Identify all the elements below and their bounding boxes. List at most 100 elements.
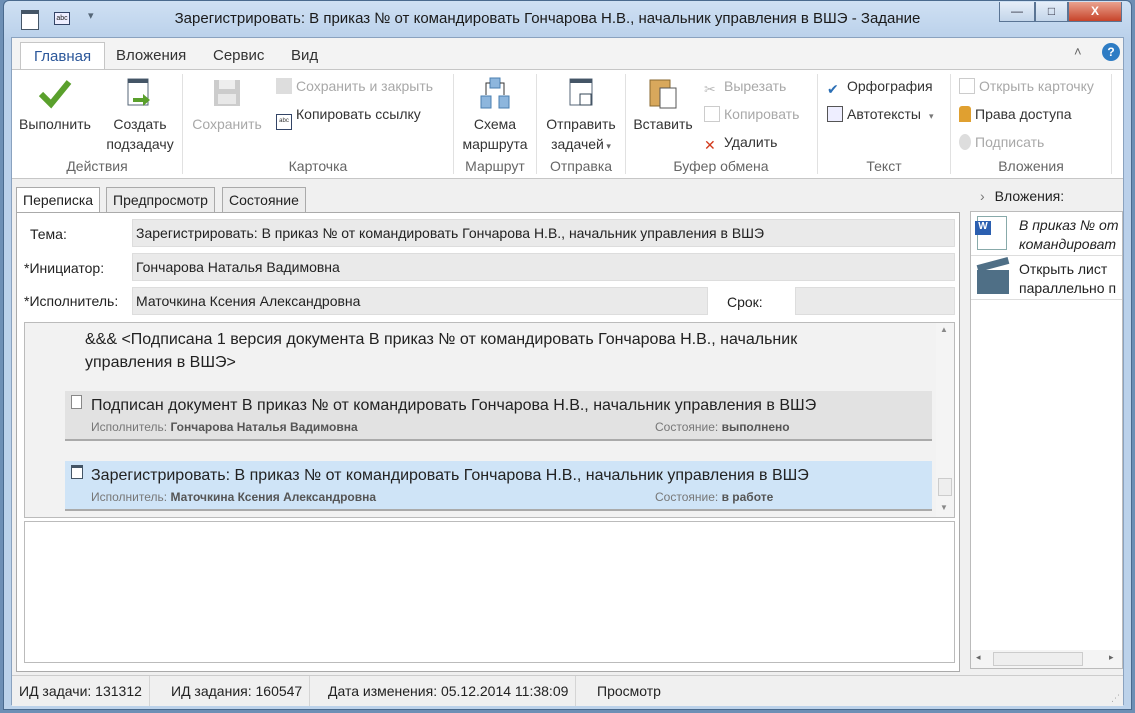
ribbon-tab-view[interactable]: Вид [278, 42, 331, 70]
paste-button[interactable]: Вставить [627, 76, 699, 134]
group-label-send: Отправка [549, 158, 613, 174]
send-label-1: Отправить [546, 116, 616, 132]
ribbon: Выполнить Создать подзадачу Действия Сохр… [12, 69, 1123, 179]
clipboard-paste-icon [649, 79, 677, 109]
copy-button[interactable]: Копировать [704, 103, 799, 125]
send-label-2: задачей [551, 136, 604, 152]
collapse-ribbon-icon[interactable]: ˄ [1074, 44, 1082, 59]
scroll-thumb[interactable] [938, 478, 952, 496]
autotexts-button[interactable]: Автотексты ▾ [827, 103, 934, 125]
open-card-button[interactable]: Открыть карточку [959, 75, 1094, 97]
spelling-label: Орфография [847, 78, 933, 94]
state-value: выполнено [721, 420, 790, 434]
delete-x-icon: ✕ [704, 137, 716, 153]
tab-correspondence[interactable]: Переписка [16, 187, 101, 214]
attachment-item[interactable]: W В приказ № от командироват [971, 212, 1122, 256]
cut-button[interactable]: ✂ Вырезать [704, 75, 786, 97]
minimize-button[interactable]: — [999, 2, 1035, 22]
attachments-header[interactable]: › Вложения: [980, 188, 1064, 204]
item-title: Подписан документ В приказ № от командир… [91, 397, 817, 414]
save-button[interactable]: Сохранить [187, 76, 267, 134]
window: abc ▾ Зарегистрировать: В приказ № от ко… [3, 0, 1132, 710]
route-scheme-button[interactable]: Схема маршрута [455, 76, 535, 154]
open-card-label: Открыть карточку [979, 78, 1094, 94]
spellcheck-icon: ✔ [827, 81, 839, 97]
group-label-clipboard: Буфер обмена [673, 158, 769, 174]
attachment-name: В приказ № от командироват [1019, 217, 1119, 252]
task-id: ИД задачи: 131312 [12, 676, 150, 706]
attachments-list: W В приказ № от командироват Открыть лист… [970, 211, 1123, 669]
list-item[interactable]: Зарегистрировать: В приказ № от командир… [65, 461, 932, 511]
title-bar: abc ▾ Зарегистрировать: В приказ № от ко… [4, 1, 1131, 37]
scroll-thumb[interactable] [993, 652, 1083, 666]
cut-label: Вырезать [724, 78, 787, 94]
scroll-down-icon[interactable]: ▼ [940, 503, 948, 512]
ribbon-tab-home[interactable]: Главная [20, 42, 106, 70]
tab-state[interactable]: Состояние [222, 187, 306, 213]
scroll-right-icon[interactable]: ▸ [1109, 652, 1114, 663]
group-label-attachments: Вложения [998, 158, 1064, 174]
copy-label: Копировать [724, 106, 800, 122]
item-state: Состояние: выполнено [655, 420, 790, 434]
execute-label: Выполнить [19, 116, 91, 132]
ribbon-tabs: Главная Вложения Сервис Вид ˄ ? [12, 38, 1123, 70]
checkmark-icon [38, 80, 72, 109]
list-item[interactable]: Подписан документ В приказ № от командир… [65, 391, 932, 441]
state-caption: Состояние: [655, 420, 719, 434]
document-icon [71, 395, 82, 409]
maximize-button[interactable]: □ [1035, 2, 1068, 22]
close-button[interactable]: X [1068, 2, 1122, 22]
status-bar: ИД задачи: 131312 ИД задания: 160547 Дат… [12, 675, 1123, 706]
group-separator [1111, 74, 1112, 174]
subject-field[interactable]: Зарегистрировать: В приказ № от командир… [132, 219, 955, 247]
help-icon[interactable]: ? [1102, 43, 1120, 61]
lock-icon [959, 106, 971, 122]
copy-icon [704, 106, 720, 122]
access-rights-button[interactable]: Права доступа [959, 103, 1071, 125]
create-subtask-icon [127, 78, 150, 106]
executor-field[interactable]: Маточкина Ксения Александровна [132, 287, 708, 315]
save-and-close-label: Сохранить и закрыть [296, 78, 434, 94]
executor-caption: Исполнитель: [91, 490, 168, 504]
group-label-card: Карточка [288, 158, 348, 174]
sign-button[interactable]: Подписать [959, 131, 1044, 153]
quick-access-dropdown-icon[interactable]: ▾ [88, 9, 94, 22]
send-as-task-button[interactable]: Отправить задачей ▾ [538, 76, 624, 156]
view-mode: Просмотр [597, 683, 661, 699]
word-document-icon: W [975, 216, 1007, 250]
execute-button[interactable]: Выполнить [15, 76, 95, 134]
save-and-close-button[interactable]: Сохранить и закрыть [276, 75, 433, 97]
modified-date: Дата изменения: 05.12.2014 11:38:09 [321, 676, 577, 706]
scroll-up-icon[interactable]: ▲ [940, 325, 948, 334]
scroll-left-icon[interactable]: ◂ [976, 652, 981, 663]
item-executor: Исполнитель: Маточкина Ксения Александро… [91, 490, 376, 504]
create-subtask-button[interactable]: Создать подзадачу [100, 76, 180, 154]
attachment-item[interactable]: Открыть лист параллельно п [971, 256, 1122, 300]
autotexts-label: Автотексты [847, 106, 921, 122]
ribbon-tab-attachments[interactable]: Вложения [103, 42, 199, 70]
group-label-actions: Действия [66, 158, 128, 174]
spelling-button[interactable]: ✔ Орфография [827, 75, 933, 97]
route-scheme-label-1: Схема [473, 116, 517, 132]
save-close-icon [276, 78, 292, 94]
deadline-field[interactable] [795, 287, 955, 315]
card-icon [959, 78, 975, 94]
tab-preview[interactable]: Предпросмотр [106, 187, 215, 213]
assignment-id: ИД задания: 160547 [164, 676, 311, 706]
copy-link-quick-icon[interactable]: abc [54, 12, 70, 25]
horizontal-scrollbar[interactable]: ◂ ▸ [971, 650, 1122, 668]
copy-link-button[interactable]: abc Копировать ссылку [276, 103, 421, 130]
signed-note: &&& <Подписана 1 версия документа В прик… [85, 328, 797, 374]
scissors-icon: ✂ [704, 81, 716, 97]
resize-grip-icon[interactable]: ⋰ [1111, 693, 1120, 704]
dropdown-arrow-icon: ▾ [603, 141, 611, 151]
window-title: Зарегистрировать: В приказ № от командир… [174, 10, 921, 27]
state-caption: Состояние: [655, 490, 719, 504]
ribbon-tab-service[interactable]: Сервис [200, 42, 277, 70]
vertical-scrollbar[interactable]: ▲ ▼ [936, 323, 954, 517]
item-title: Зарегистрировать: В приказ № от командир… [91, 467, 809, 484]
message-input[interactable] [24, 521, 955, 663]
initiator-field[interactable]: Гончарова Наталья Вадимовна [132, 253, 955, 281]
delete-button[interactable]: ✕ Удалить [704, 131, 777, 153]
client-area: Главная Вложения Сервис Вид ˄ ? Выполнит… [11, 37, 1124, 706]
